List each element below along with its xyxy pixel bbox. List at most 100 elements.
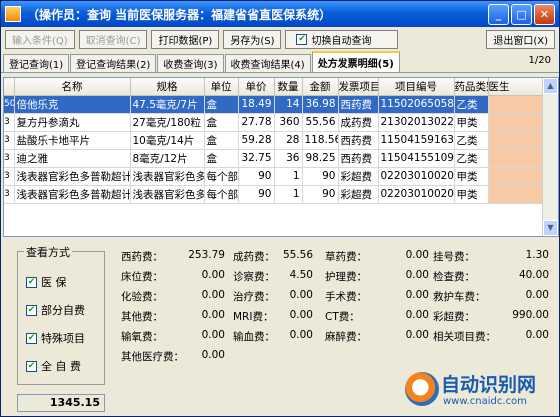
exit-window-button[interactable]: 退出窗口(X) [486, 29, 555, 49]
cell-amount: 90 [302, 167, 339, 186]
main-window: （操作员：查询 当前医保服务器：福建省省直医保系统） _ □ ✕ 输入条件(Q)… [0, 0, 560, 417]
tab-fee-query[interactable]: 收费查询(3) [157, 54, 224, 72]
print-data-button[interactable]: 打印数据(P) [151, 29, 220, 49]
fee-value: 0.00 [201, 289, 225, 301]
scroll-up-icon[interactable]: ▲ [543, 78, 558, 94]
cell-invoice-item: 西药费 [338, 131, 379, 150]
save-as-button[interactable]: 另存为(S) [223, 29, 282, 49]
cell-invoice-item: 西药费 [338, 149, 379, 168]
header-price[interactable]: 单价 [238, 78, 275, 96]
checkbox-full-self-pay[interactable]: ✔ [26, 360, 37, 372]
cell-doctor [488, 149, 545, 168]
cell-price: 32.75 [238, 149, 275, 168]
cell-name: 倍他乐克 [14, 95, 131, 114]
fee-label: 治疗费： [233, 291, 275, 303]
fee-value: 0.00 [405, 309, 429, 321]
checkbox-medical-insurance[interactable]: ✔ [26, 276, 37, 288]
header-spec[interactable]: 规格 [130, 78, 205, 96]
fee-value: 0.00 [405, 289, 429, 301]
cell-code: 21302013022624 [378, 113, 455, 132]
cell-invoice-item: 彩超费 [338, 167, 379, 186]
option-full-self-pay-label: 全 自 费 [41, 360, 81, 373]
cell-doctor [488, 95, 545, 114]
view-mode-legend: 查看方式 [24, 244, 72, 260]
fee-label: 相关项目费： [433, 331, 496, 343]
row-marker: 3 [4, 113, 15, 132]
row-marker: 50 [4, 95, 15, 114]
row-marker: 3 [4, 149, 15, 168]
cell-invoice-item: 西药费 [338, 95, 379, 114]
cell-doctor [488, 131, 545, 150]
maximize-button[interactable]: □ [511, 3, 532, 25]
cell-unit: 盒 [204, 131, 239, 150]
cell-category: 乙类 [454, 95, 489, 114]
header-drug-category[interactable]: 药品类别 [454, 78, 489, 96]
option-partial-self-pay[interactable]: ✔ 部分自费 [26, 302, 85, 318]
grid-vertical-scrollbar[interactable]: ▲ ▼ [542, 78, 558, 236]
fee-label: 诊察费： [233, 271, 275, 283]
fee-label: 输血费： [233, 331, 275, 343]
fee-label: 麻醉费： [325, 331, 367, 343]
cell-name: 浅表器官彩色多普勒超计价部位分为 [14, 167, 131, 186]
cell-spec: 10毫克/14片 [130, 131, 205, 150]
minimize-button[interactable]: _ [488, 3, 509, 25]
cell-category: 甲类 [454, 167, 489, 186]
fee-value: 0.00 [201, 349, 225, 361]
fee-label: CT费： [325, 311, 360, 323]
fee-value: 0.00 [525, 329, 549, 341]
cell-name: 盐酸乐卡地平片 [14, 131, 131, 150]
header-invoice-item[interactable]: 发票项目 [338, 78, 379, 96]
header-unit[interactable]: 单位 [204, 78, 239, 96]
title-bar[interactable]: （操作员：查询 当前医保服务器：福建省省直医保系统） _ □ ✕ [1, 1, 559, 27]
tab-registration-results[interactable]: 登记查询结果(2) [70, 54, 157, 72]
cell-qty: 1 [274, 167, 303, 186]
input-condition-button[interactable]: 输入条件(Q) [5, 29, 75, 49]
fee-value: 0.00 [405, 269, 429, 281]
header-name[interactable]: 名称 [14, 78, 131, 96]
detail-grid[interactable]: 名称 规格 单位 单价 数量 金额 发票项目 项目编号 药品类别 医生 50倍他… [3, 77, 559, 237]
header-amount[interactable]: 金额 [302, 78, 339, 96]
header-item-code[interactable]: 项目编号 [378, 78, 455, 96]
cell-unit: 盒 [204, 95, 239, 114]
auto-query-checkbox[interactable]: ✔ [296, 33, 308, 45]
cell-qty: 28 [274, 131, 303, 150]
cancel-query-button[interactable]: 取消查询(C) [78, 29, 148, 49]
table-row[interactable]: 3 盐酸乐卡地平片 10毫克/14片盒 59.28 28 118.56 西药费 1150415… [4, 131, 545, 150]
fee-value: 0.00 [201, 309, 225, 321]
cell-price: 27.78 [238, 113, 275, 132]
close-button[interactable]: ✕ [534, 3, 555, 25]
fee-label: 西药费： [121, 251, 163, 263]
table-row[interactable]: 50倍他乐克47.5毫克/7片盒18.491436.98西药费115020650… [4, 95, 545, 114]
cell-spec: 27毫克/180粒 [130, 113, 205, 132]
header-doctor[interactable]: 医生 [488, 78, 545, 96]
fee-label: 其他医疗费： [121, 351, 184, 363]
cell-spec: 47.5毫克/7片 [130, 95, 205, 114]
checkbox-partial-self-pay[interactable]: ✔ [26, 304, 37, 316]
option-special-items[interactable]: ✔ 特殊项目 [26, 330, 85, 346]
fee-label: 护理费： [325, 271, 367, 283]
fee-value: 990.00 [512, 309, 549, 321]
table-row[interactable]: 3 复方丹参滴丸 27毫克/180粒盒 27.78 360 55.56 成药费 2130201… [4, 113, 545, 132]
option-special-items-label: 特殊项目 [41, 332, 85, 345]
table-row[interactable]: 3浅表器官彩色多普勒超计价部位分为浅表器官彩色多普勒超计价部位分为每个部位901… [4, 167, 545, 186]
fee-label: 挂号费： [433, 251, 475, 263]
header-quantity[interactable]: 数量 [274, 78, 303, 96]
cell-category: 乙类 [454, 149, 489, 168]
table-row[interactable]: 3迪之雅8毫克/12片盒32.753698.25西药费1150415510906… [4, 149, 545, 168]
scroll-down-icon[interactable]: ▼ [543, 220, 558, 236]
tab-prescription-invoice-detail[interactable]: 处方发票明细(5) [311, 51, 400, 72]
fee-label: 输氧费： [121, 331, 163, 343]
table-row[interactable]: 3浅表器官彩色多普勒超计价部位分为浅表器官彩色多普勒超计价部位分为每个部位901… [4, 185, 545, 204]
option-full-self-pay[interactable]: ✔ 全 自 费 [26, 358, 81, 374]
fee-value: 1.30 [525, 249, 549, 261]
option-medical-insurance[interactable]: ✔ 医 保 [26, 274, 67, 290]
cell-code: 11502065058000 [378, 95, 455, 114]
auto-query-toggle[interactable]: ✔ 切换自动查询 [285, 29, 399, 49]
tab-fee-results[interactable]: 收费查询结果(4) [224, 54, 311, 72]
tab-registration-query[interactable]: 登记查询(1) [3, 54, 70, 72]
watermark-logo-icon [405, 372, 439, 406]
tab-strip: 登记查询(1) 登记查询结果(2) 收费查询(3) 收费查询结果(4) 处方发票… [1, 51, 559, 73]
cell-price: 59.28 [238, 131, 275, 150]
page-indicator: 1/20 [528, 55, 551, 66]
checkbox-special-items[interactable]: ✔ [26, 332, 37, 344]
